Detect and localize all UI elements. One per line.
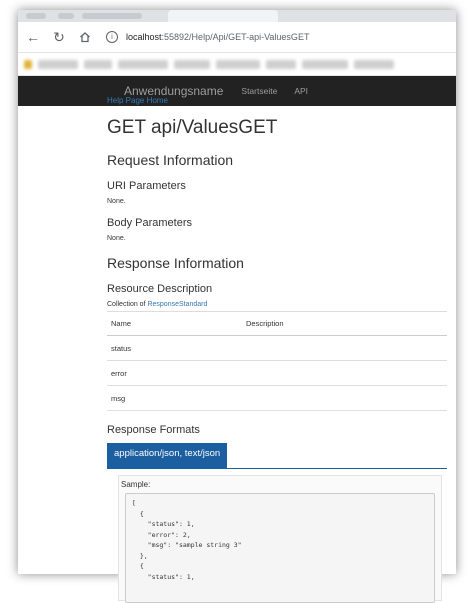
nav-link-startseite[interactable]: Startseite xyxy=(241,86,277,96)
uri-params-heading: URI Parameters xyxy=(107,180,186,192)
reload-icon: ↻ xyxy=(53,28,65,45)
address-host: localhost xyxy=(126,32,162,42)
back-button[interactable]: ← xyxy=(22,26,44,48)
collection-prefix: Collection of xyxy=(107,301,148,308)
sample-code: [ { "status": 1, "error": 2, "msg": "sam… xyxy=(125,493,435,603)
request-info-heading: Request Information xyxy=(107,152,234,168)
table-cell-name: error xyxy=(107,360,242,386)
resource-desc-heading: Resource Description xyxy=(107,283,213,295)
table-cell-name: msg xyxy=(107,385,242,411)
table-cell-description xyxy=(242,335,447,361)
bookmark-item[interactable] xyxy=(84,59,112,69)
format-tab-json[interactable]: application/json, text/json xyxy=(107,443,228,469)
response-standard-link[interactable]: ResponseStandard xyxy=(147,301,207,308)
tab-ghost[interactable] xyxy=(82,13,142,19)
uri-params-value: None. xyxy=(107,198,126,205)
collection-text: Collection of ResponseStandard xyxy=(107,301,447,308)
bookmark-item[interactable] xyxy=(216,59,260,69)
column-header-description: Description xyxy=(242,311,447,336)
bookmark-item[interactable] xyxy=(24,59,32,69)
bookmarks-bar xyxy=(18,53,456,76)
table-header-row: Name Description xyxy=(107,311,447,336)
table-cell-description xyxy=(242,385,447,411)
tab-ghost[interactable] xyxy=(58,13,74,19)
table-row: status xyxy=(107,335,447,361)
sample-label: Sample: xyxy=(121,480,151,489)
column-header-name: Name xyxy=(107,311,242,336)
table-cell-name: status xyxy=(107,335,242,361)
bookmark-item[interactable] xyxy=(266,59,296,69)
sample-panel: Sample: [ { "status": 1, "error": 2, "ms… xyxy=(118,475,442,603)
table-row: msg xyxy=(107,385,447,411)
back-arrow-icon: ← xyxy=(26,29,40,45)
body-params-heading: Body Parameters xyxy=(107,217,192,229)
table-row: error xyxy=(107,360,447,386)
table-cell-description xyxy=(242,360,447,386)
address-bar[interactable]: i localhost :55892/Help/Api/GET-api-Valu… xyxy=(106,26,456,48)
bookmark-item[interactable] xyxy=(174,59,210,69)
home-icon xyxy=(80,32,90,43)
help-page-home-link[interactable]: Help Page Home xyxy=(107,96,447,105)
tab-strip xyxy=(18,10,456,22)
reload-button[interactable]: ↻ xyxy=(48,26,70,48)
bookmark-item[interactable] xyxy=(302,59,348,69)
response-formats-heading: Response Formats xyxy=(107,424,200,436)
home-button[interactable] xyxy=(74,26,96,48)
response-info-heading: Response Information xyxy=(107,255,244,271)
tab-ghost[interactable] xyxy=(26,13,46,19)
resource-table: Name Description status error msg xyxy=(107,311,447,411)
browser-toolbar: ← ↻ i localhost :55892/Help/Api/GET-api-… xyxy=(18,22,456,53)
page-title: GET api/ValuesGET xyxy=(107,117,278,138)
bookmark-item[interactable] xyxy=(354,59,394,69)
bookmark-item[interactable] xyxy=(38,59,78,69)
tab-active[interactable] xyxy=(168,10,278,22)
bookmark-item[interactable] xyxy=(118,59,168,69)
nav-link-api[interactable]: API xyxy=(294,86,308,96)
page-content: Help Page Home GET api/ValuesGET Request… xyxy=(107,96,447,603)
body-params-value: None. xyxy=(107,235,126,242)
address-path: :55892/Help/Api/GET-api-ValuesGET xyxy=(161,32,310,42)
info-icon[interactable]: i xyxy=(106,31,118,43)
